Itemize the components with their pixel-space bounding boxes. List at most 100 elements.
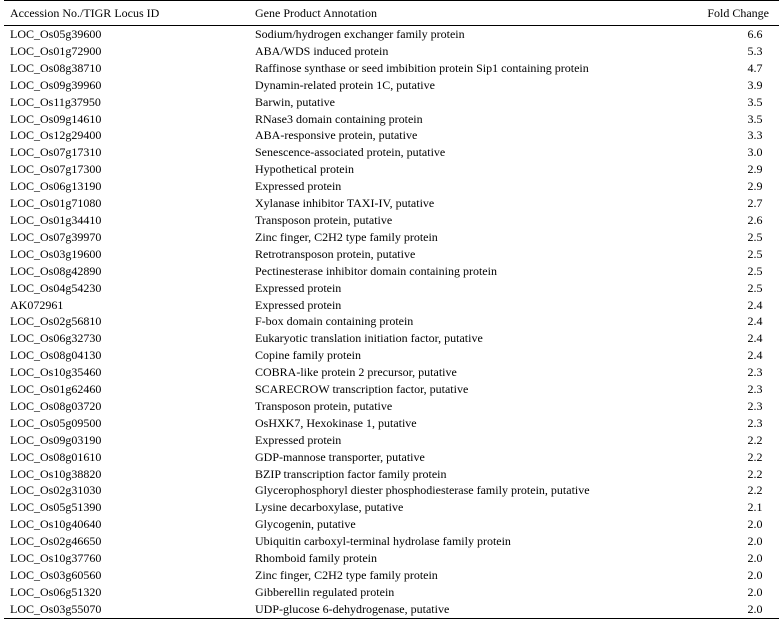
table-row: LOC_Os02g31030 Glycerophosphoryl diester … [4, 482, 779, 499]
table-row: LOC_Os01g71080 Xylanase inhibitor TAXI-IV… [4, 195, 779, 212]
table-row: LOC_Os12g29400 ABA-responsive protein, pu… [4, 127, 779, 144]
cell-fold-change: 2.5 [747, 280, 763, 295]
cell-fold-change: 2.3 [747, 365, 763, 380]
cell-annotation: Expressed protein [255, 297, 342, 312]
header-fold-change: Fold Change [707, 6, 769, 20]
table-row: LOC_Os09g03190 Expressed protein 2.2 [4, 432, 779, 449]
cell-fold-change: 2.0 [747, 517, 763, 532]
table-row: LOC_Os03g19600 Retrotransposon protein, p… [4, 246, 779, 263]
table-row: LOC_Os08g38710 Raffinose synthase or seed… [4, 60, 779, 77]
cell-annotation: Retrotransposon protein, putative [255, 246, 416, 261]
table-row: LOC_Os05g51390 Lysine decarboxylase, puta… [4, 499, 779, 516]
cell-annotation: Rhomboid family protein [255, 551, 377, 566]
cell-fold-change: 2.2 [747, 432, 763, 447]
cell-annotation: Zinc finger, C2H2 type family protein [255, 568, 438, 582]
cell-accession: LOC_Os06g51320 [10, 584, 102, 599]
cell-annotation: Expressed protein [255, 179, 342, 194]
cell-accession: LOC_Os08g04130 [10, 348, 102, 363]
table-row: LOC_Os10g37760 Rhomboid family protein 2.0 [4, 550, 779, 567]
cell-accession: LOC_Os08g03720 [10, 398, 102, 413]
cell-annotation: Ubiquitin carboxyl-terminal hydrolase fa… [255, 534, 511, 549]
header-row: Accession No./TIGR Locus ID Gene Product… [4, 0, 779, 26]
cell-accession: LOC_Os05g51390 [10, 500, 102, 515]
cell-accession: LOC_Os06g13190 [10, 179, 102, 194]
cell-annotation: Raffinose synthase or seed imbibition pr… [255, 60, 589, 75]
cell-accession: LOC_Os10g35460 [10, 365, 102, 380]
cell-annotation: Eukaryotic translation initiation factor… [255, 331, 483, 346]
cell-accession: LOC_Os07g17310 [10, 145, 102, 160]
cell-fold-change: 2.5 [747, 263, 763, 278]
gene-table-container: Accession No./TIGR Locus ID Gene Product… [4, 0, 779, 619]
cell-annotation: Sodium/hydrogen exchanger family protein [255, 27, 465, 41]
cell-fold-change: 2.5 [747, 229, 763, 244]
cell-annotation: Transposon protein, putative [255, 398, 393, 413]
table-row: LOC_Os07g17310 Senescence-associated prot… [4, 144, 779, 161]
cell-fold-change: 2.7 [747, 196, 763, 211]
table-row: LOC_Os10g40640 Glycogenin, putative 2.0 [4, 516, 779, 533]
table-row: LOC_Os03g60560 Zinc finger, C2H2 type fam… [4, 567, 779, 584]
cell-annotation: SCARECROW transcription factor, putative [255, 382, 469, 397]
cell-annotation: Lysine decarboxylase, putative [255, 500, 404, 515]
table-row: LOC_Os11g37950 Barwin, putative 3.5 [4, 94, 779, 111]
cell-accession: LOC_Os01g62460 [10, 382, 102, 397]
cell-annotation: COBRA-like protein 2 precursor, putative [255, 365, 457, 380]
cell-accession: AK072961 [10, 297, 64, 312]
cell-annotation: BZIP transcription factor family protein [255, 466, 447, 481]
cell-annotation: Transposon protein, putative [255, 212, 393, 227]
table-header: Accession No./TIGR Locus ID Gene Product… [4, 0, 779, 26]
table-row: LOC_Os03g55070 UDP-glucose 6-dehydrogenas… [4, 601, 779, 618]
cell-fold-change: 2.2 [747, 449, 763, 464]
cell-annotation: RNase3 domain containing protein [255, 111, 423, 126]
cell-accession: LOC_Os09g14610 [10, 111, 102, 126]
table-row: LOC_Os09g39960 Dynamin-related protein 1C… [4, 77, 779, 94]
cell-fold-change: 2.2 [747, 466, 763, 481]
cell-annotation: GDP-mannose transporter, putative [255, 449, 425, 464]
cell-fold-change: 2.0 [747, 551, 763, 566]
cell-accession: LOC_Os02g31030 [10, 483, 102, 498]
cell-fold-change: 2.4 [747, 314, 763, 329]
cell-fold-change: 3.0 [747, 145, 763, 160]
cell-accession: LOC_Os07g17300 [10, 162, 102, 177]
table-row: LOC_Os04g54230 Expressed protein 2.5 [4, 280, 779, 297]
cell-accession: LOC_Os08g01610 [10, 449, 102, 464]
cell-accession: LOC_Os03g19600 [10, 246, 102, 261]
cell-fold-change: 2.4 [747, 331, 763, 346]
cell-fold-change: 2.9 [747, 179, 763, 194]
cell-accession: LOC_Os01g71080 [10, 196, 102, 211]
cell-annotation: Barwin, putative [255, 94, 335, 109]
cell-accession: LOC_Os04g54230 [10, 280, 102, 295]
cell-fold-change: 2.3 [747, 382, 763, 397]
cell-fold-change: 3.9 [747, 77, 763, 92]
table-row: LOC_Os06g51320 Gibberellin regulated prot… [4, 584, 779, 601]
gene-fold-change-table: Accession No./TIGR Locus ID Gene Product… [4, 0, 779, 619]
cell-fold-change: 2.3 [747, 415, 763, 430]
header-annotation: Gene Product Annotation [255, 6, 377, 20]
cell-accession: LOC_Os12g29400 [10, 128, 102, 143]
cell-annotation: ABA-responsive protein, putative [255, 128, 418, 143]
cell-annotation: UDP-glucose 6-dehydrogenase, putative [255, 601, 450, 616]
cell-fold-change: 2.3 [747, 398, 763, 413]
cell-accession: LOC_Os10g40640 [10, 517, 102, 532]
cell-accession: LOC_Os02g56810 [10, 314, 102, 329]
cell-fold-change: 2.5 [747, 246, 763, 261]
cell-fold-change: 2.2 [747, 483, 763, 498]
cell-accession: LOC_Os03g60560 [10, 568, 102, 582]
table-row: LOC_Os01g72900 ABA/WDS induced protein 5.3 [4, 43, 779, 60]
cell-annotation: Senescence-associated protein, putative [255, 145, 446, 160]
cell-accession: LOC_Os10g38820 [10, 466, 102, 481]
cell-annotation: OsHXK7, Hexokinase 1, putative [255, 415, 417, 430]
cell-fold-change: 2.6 [747, 212, 763, 227]
cell-fold-change: 4.7 [747, 60, 763, 75]
cell-annotation: Expressed protein [255, 432, 342, 447]
table-row: LOC_Os06g32730 Eukaryotic translation ini… [4, 330, 779, 347]
cell-annotation: Hypothetical protein [255, 162, 354, 177]
cell-fold-change: 2.9 [747, 162, 763, 177]
cell-fold-change: 2.0 [747, 584, 763, 599]
table-row: LOC_Os10g38820 BZIP transcription factor … [4, 466, 779, 483]
table-row: LOC_Os05g39600 Sodium/hydrogen exchanger … [4, 26, 779, 43]
table-row: LOC_Os09g14610 RNase3 domain containing p… [4, 111, 779, 128]
cell-fold-change: 2.0 [747, 568, 763, 582]
cell-accession: LOC_Os05g39600 [10, 27, 102, 41]
cell-accession: LOC_Os02g46650 [10, 534, 102, 549]
cell-fold-change: 3.3 [747, 128, 763, 143]
